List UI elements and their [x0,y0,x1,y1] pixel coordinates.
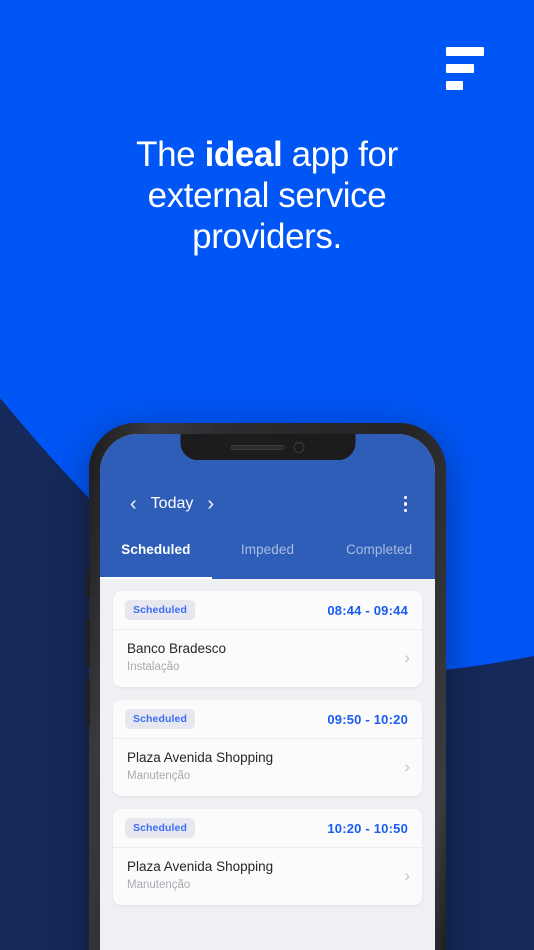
status-badge: Scheduled [125,709,195,729]
chevron-right-icon[interactable]: › [396,758,410,775]
appointment-time: 10:20 - 10:50 [327,820,408,836]
phone-mute-switch [86,569,90,597]
promo-screen: The ideal app for external service provi… [0,0,534,950]
appointment-list[interactable]: Scheduled 08:44 - 09:44 Banco Bradesco I… [100,579,435,950]
front-camera-icon [293,441,305,453]
appointment-title: Banco Bradesco [127,641,227,656]
appointment-card-header: Scheduled 08:44 - 09:44 [113,591,422,630]
appointment-card-header: Scheduled 10:20 - 10:50 [113,809,422,848]
appointment-card[interactable]: Scheduled 09:50 - 10:20 Plaza Avenida Sh… [113,700,422,796]
logo-bar-2 [446,64,474,73]
appointment-card-header: Scheduled 09:50 - 10:20 [113,700,422,739]
headline-line-2: external service [147,176,387,215]
current-date-label[interactable]: Today [151,495,194,513]
appointment-texts: Plaza Avenida Shopping Manutenção [127,858,396,893]
brand-logo [446,47,486,95]
kebab-dot-3 [403,508,407,513]
chevron-right-icon[interactable]: › [199,494,222,514]
appointment-card-body[interactable]: Banco Bradesco Instalação › [113,630,422,687]
appointment-title: Plaza Avenida Shopping [127,859,274,874]
appointment-subtitle: Instalação [127,661,180,673]
chevron-right-icon[interactable]: › [396,649,410,666]
appointment-time: 08:44 - 09:44 [327,602,408,618]
phone-volume-up-button [86,619,90,667]
logo-bar-3 [446,81,463,90]
appointment-subtitle: Manutenção [127,770,191,782]
appointment-time: 09:50 - 10:20 [327,711,408,727]
headline-emphasis: ideal [204,135,283,174]
appointment-title: Plaza Avenida Shopping [127,750,274,765]
chevron-right-icon[interactable]: › [396,867,410,884]
headline-suffix: app for [282,135,399,174]
logo-bar-1 [446,47,484,56]
speaker-slit-icon [230,444,285,450]
appointment-card-body[interactable]: Plaza Avenida Shopping Manutenção › [113,739,422,796]
headline-prefix: The [136,135,205,174]
tab-bar: Scheduled Impeded Completed [100,538,435,579]
appointment-card-body[interactable]: Plaza Avenida Shopping Manutenção › [113,848,422,905]
appointment-subtitle: Manutenção [127,879,191,891]
appointment-texts: Banco Bradesco Instalação [127,640,396,675]
phone-screen: ‹ Today › Scheduled Impeded Completed Sc… [100,434,435,950]
status-badge: Scheduled [125,818,195,838]
kebab-dot-2 [403,502,407,506]
chevron-left-icon[interactable]: ‹ [122,494,145,514]
phone-volume-down-button [86,679,90,727]
page-title: The ideal app for external service provi… [0,134,534,257]
headline-line-1: The ideal app for [0,134,534,175]
status-badge: Scheduled [125,600,195,620]
phone-notch [180,434,355,460]
appointment-texts: Plaza Avenida Shopping Manutenção [127,749,396,784]
headline-line-3: providers. [192,217,342,256]
kebab-menu-icon[interactable] [403,495,407,513]
kebab-dot-1 [403,495,407,500]
date-navigation-row: ‹ Today › [100,486,435,522]
tab-scheduled[interactable]: Scheduled [100,538,212,579]
tab-active-indicator [100,576,212,579]
appointment-card[interactable]: Scheduled 08:44 - 09:44 Banco Bradesco I… [113,591,422,687]
tab-completed[interactable]: Completed [323,538,435,579]
phone-mockup: ‹ Today › Scheduled Impeded Completed Sc… [86,423,446,950]
tab-impeded[interactable]: Impeded [212,538,324,579]
appointment-card[interactable]: Scheduled 10:20 - 10:50 Plaza Avenida Sh… [113,809,422,905]
